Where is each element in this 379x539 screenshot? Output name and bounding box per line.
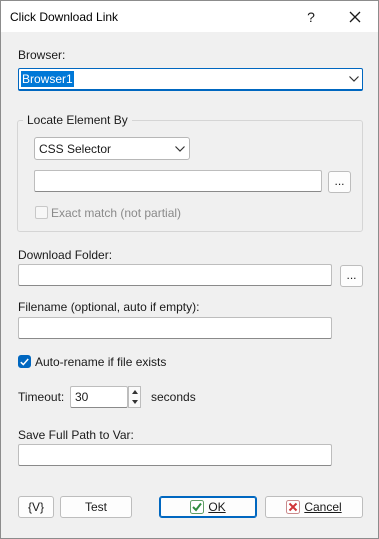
chevron-down-icon: [175, 146, 185, 152]
spin-down-button[interactable]: [129, 397, 140, 407]
selector-input[interactable]: [34, 170, 322, 192]
locate-method-value: CSS Selector: [39, 142, 112, 156]
locate-group-label: Locate Element By: [23, 113, 132, 127]
caret-down-icon: [131, 400, 138, 404]
browser-combobox[interactable]: Browser1: [18, 68, 363, 91]
timeout-input[interactable]: 30: [70, 386, 128, 408]
variable-button[interactable]: {V}: [18, 496, 54, 518]
check-icon: [190, 500, 205, 514]
exact-match-checkbox[interactable]: [35, 206, 48, 219]
ok-button[interactable]: OK: [159, 496, 257, 518]
close-icon: [349, 11, 361, 23]
timeout-label: Timeout:: [18, 390, 65, 404]
window-title: Click Download Link: [10, 10, 119, 24]
auto-rename-label: Auto-rename if file exists: [35, 355, 167, 369]
test-button[interactable]: Test: [60, 496, 132, 518]
cancel-button[interactable]: Cancel: [265, 496, 363, 518]
cancel-x-icon: [286, 500, 301, 514]
ok-button-label: OK: [208, 500, 226, 514]
checkmark-icon: [20, 358, 29, 366]
locate-method-dropdown[interactable]: CSS Selector: [34, 137, 190, 160]
filename-input[interactable]: [18, 317, 332, 339]
title-bar: Click Download Link ?: [1, 1, 378, 32]
close-button[interactable]: [341, 4, 369, 30]
download-folder-label: Download Folder:: [18, 248, 113, 262]
download-folder-input[interactable]: [18, 264, 332, 286]
browser-selected-value: Browser1: [21, 71, 74, 87]
browser-label: Browser:: [18, 48, 66, 62]
dialog-window: Click Download Link ? Browser: Browser1 …: [0, 0, 379, 539]
test-button-label: Test: [84, 500, 107, 514]
help-button[interactable]: ?: [297, 4, 325, 30]
cancel-button-label: Cancel: [304, 500, 342, 514]
auto-rename-checkbox[interactable]: [18, 355, 31, 368]
spin-up-button[interactable]: [129, 387, 140, 397]
save-path-input[interactable]: [18, 444, 332, 466]
caret-up-icon: [131, 390, 138, 394]
download-folder-browse-button[interactable]: ...: [340, 265, 363, 287]
timeout-spinner[interactable]: [128, 386, 141, 408]
chevron-down-icon: [349, 76, 359, 82]
variable-button-label: {V}: [27, 500, 45, 514]
selector-browse-button[interactable]: ...: [328, 171, 351, 193]
exact-match-label: Exact match (not partial): [51, 206, 182, 220]
save-path-label: Save Full Path to Var:: [18, 428, 134, 442]
timeout-unit-label: seconds: [151, 390, 196, 404]
filename-label: Filename (optional, auto if empty):: [18, 300, 200, 314]
